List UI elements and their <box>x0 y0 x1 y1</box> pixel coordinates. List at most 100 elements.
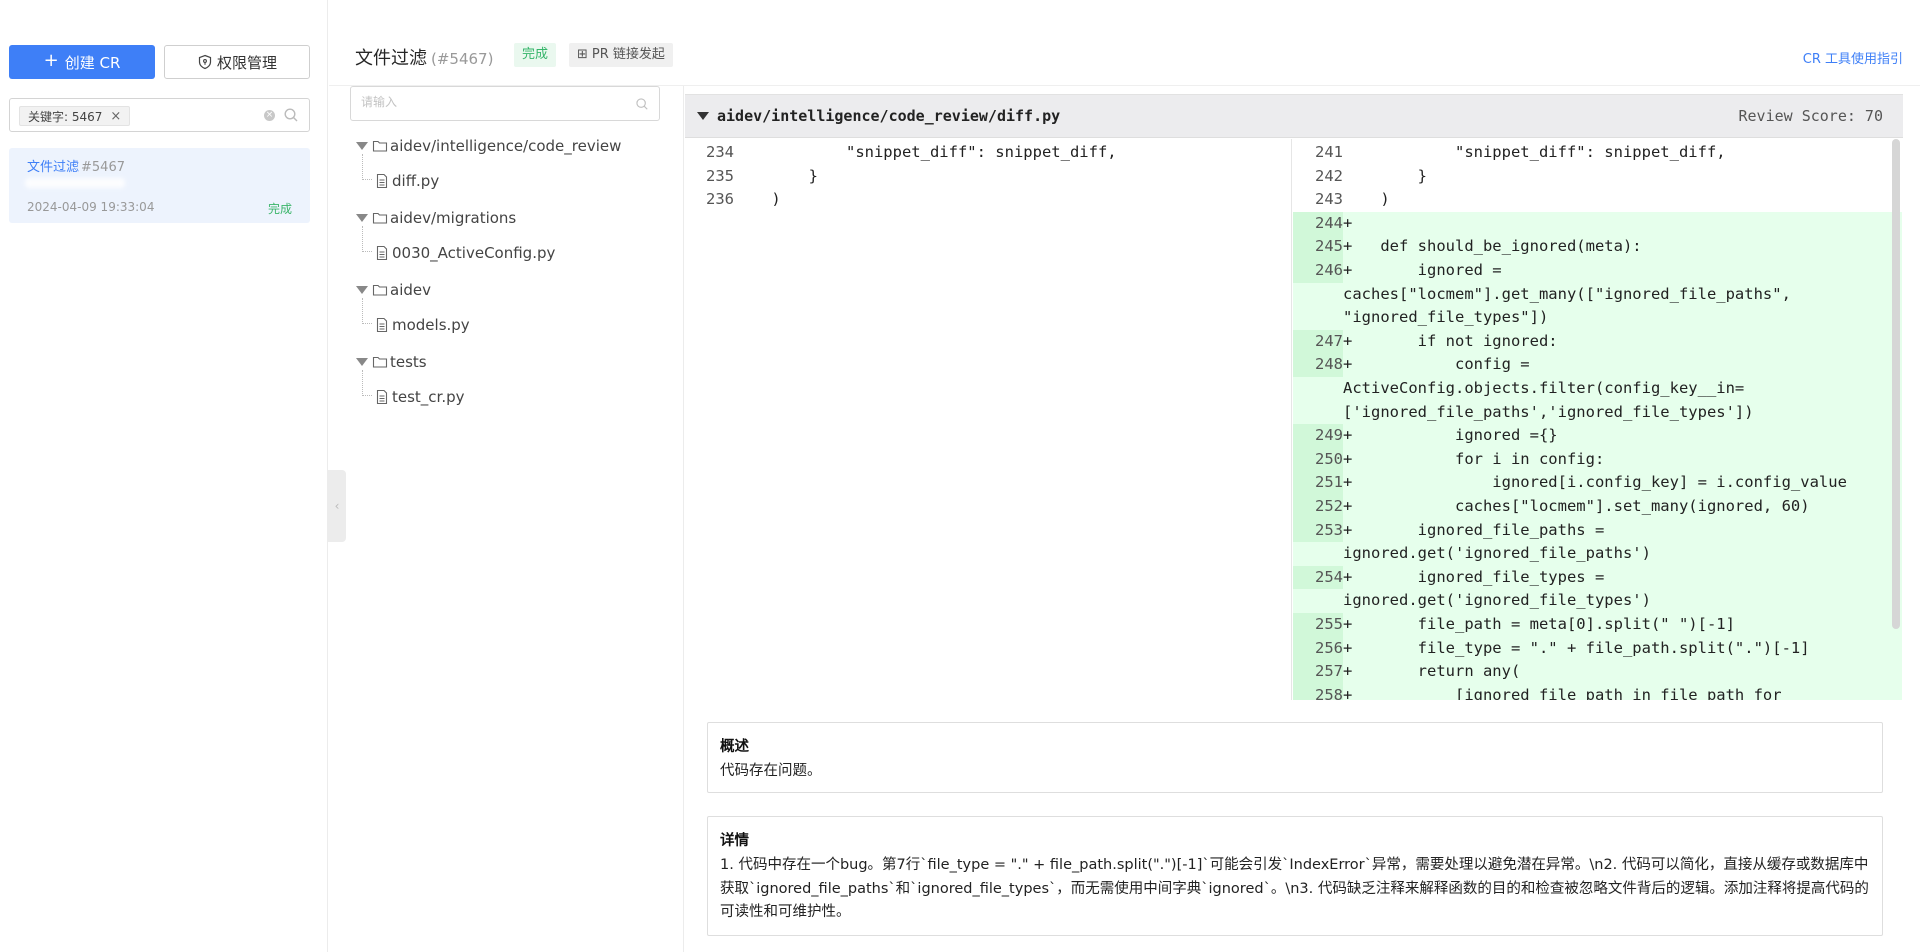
code-line: 251 + ignored[i.config_key] = i.config_va… <box>1293 471 1902 495</box>
line-number: 244 <box>1293 211 1343 236</box>
line-number: 241 <box>1315 143 1343 161</box>
code-line: 247 + if not ignored: <box>1293 329 1902 354</box>
code-text: + ignored = <box>1343 261 1502 279</box>
permission-button[interactable]: 权限管理 <box>164 45 310 79</box>
tree-search-field[interactable] <box>350 86 660 121</box>
detail-text: 1. 代码中存在一个bug。第7行`file_type = "." + file… <box>720 857 1869 920</box>
cr-list-item[interactable]: 文件过滤 #5467 2024-04-09 19:33:04 完成 <box>9 148 310 223</box>
pr-source-label: PR 链接发起 <box>591 47 665 62</box>
caret-down-icon[interactable] <box>697 112 709 120</box>
line-number: 236 <box>706 190 734 209</box>
folder-icon <box>372 212 388 224</box>
caret-down-icon[interactable] <box>356 286 368 294</box>
code-text: + ignored[i.config_key] = i.config_value <box>1343 473 1847 492</box>
code-text: } <box>734 166 818 185</box>
plus-icon: + <box>43 50 59 71</box>
tree-file-label: test_cr.py <box>392 388 465 406</box>
shield-icon <box>198 54 212 70</box>
code-text: + caches["locmem"].set_many(ignored, 60) <box>1343 497 1810 515</box>
code-line: 236 ) <box>684 188 1291 212</box>
line-number: 258 <box>1293 683 1343 700</box>
detail-title: 详情 <box>720 833 749 849</box>
line-number: 251 <box>1293 471 1343 495</box>
line-number: 252 <box>1293 495 1343 519</box>
code-line: caches["locmem"].get_many(["ignored_file… <box>1293 282 1902 307</box>
line-number: 249 <box>1293 424 1343 448</box>
tree-search-input[interactable] <box>361 95 611 109</box>
create-cr-button[interactable]: + 创建 CR <box>9 45 155 79</box>
code-line: 241 "snippet_diff": snippet_diff, <box>1293 141 1902 165</box>
code-text: + if not ignored: <box>1343 331 1558 350</box>
file-icon <box>376 173 388 189</box>
code-line: ['ignored_file_paths','ignored_file_type… <box>1293 400 1902 425</box>
line-number: 248 <box>1293 353 1343 377</box>
line-number: 256 <box>1293 636 1343 661</box>
code-text: caches["locmem"].get_many(["ignored_file… <box>1343 284 1791 303</box>
folder-icon <box>372 284 388 296</box>
code-text: } <box>1343 166 1427 185</box>
page-header: 文件过滤 (#5467) 完成 ⊞ PR 链接发起 CR 工具使用指引 <box>329 0 1920 86</box>
code-line: 245 + def should_be_ignored(meta): <box>1293 235 1902 259</box>
code-line: 255 + file_path = meta[0].split(" ")[-1] <box>1293 613 1902 637</box>
code-line: ActiveConfig.objects.filter(config_key__… <box>1293 377 1902 401</box>
tree-folder[interactable]: aidev/intelligence/code_review <box>356 135 621 157</box>
diff-panel: aidev/intelligence/code_review/diff.py R… <box>684 86 1920 952</box>
tree-folder-label: tests <box>390 353 427 371</box>
code-line: 246 + ignored = <box>1293 259 1902 283</box>
caret-down-icon[interactable] <box>356 214 368 222</box>
close-icon[interactable]: × <box>110 109 121 124</box>
code-line: 254 + ignored_file_types = <box>1293 565 1902 590</box>
code-text: + <box>1343 213 1353 232</box>
caret-down-icon[interactable] <box>356 358 368 366</box>
tree-connector <box>362 226 372 252</box>
code-left-pane: 234 "snippet_diff": snippet_diff, 235 } 23… <box>684 139 1292 700</box>
diff-file-header[interactable]: aidev/intelligence/code_review/diff.py R… <box>685 94 1903 138</box>
code-line: 249 + ignored ={} <box>1293 424 1902 448</box>
line-number: 245 <box>1293 235 1343 259</box>
line-number: 243 <box>1315 190 1343 209</box>
code-text: + ignored_file_types = <box>1343 567 1605 586</box>
pr-icon: ⊞ <box>577 47 588 62</box>
tree-folder[interactable]: aidev/migrations <box>356 207 516 229</box>
tree-folder-label: aidev/intelligence/code_review <box>390 137 622 155</box>
file-icon <box>376 245 388 261</box>
summary-box: 概述 代码存在问题。 <box>707 722 1883 793</box>
tree-file[interactable]: models.py <box>374 314 470 336</box>
search-icon[interactable] <box>283 107 299 123</box>
diff-filename: aidev/intelligence/code_review/diff.py <box>717 107 1061 125</box>
line-number: 250 <box>1293 447 1343 472</box>
search-icon[interactable] <box>635 97 649 111</box>
tree-file[interactable]: 0030_ActiveConfig.py <box>374 242 555 264</box>
code-line: 257 + return any( <box>1293 660 1902 684</box>
line-number: 257 <box>1293 660 1343 684</box>
permission-label: 权限管理 <box>216 53 277 72</box>
tree-file-label: models.py <box>392 316 470 334</box>
tree-file[interactable]: diff.py <box>374 170 439 192</box>
caret-down-icon[interactable] <box>356 142 368 150</box>
line-number: 247 <box>1293 329 1343 354</box>
tree-file[interactable]: test_cr.py <box>374 386 465 408</box>
filter-input[interactable]: 关键字: 5467 × × <box>9 98 310 132</box>
line-number: 255 <box>1293 613 1343 637</box>
code-text: + for i in config: <box>1343 449 1605 468</box>
cr-item-status: 完成 <box>267 202 292 216</box>
code-text: + file_type = "." + file_path.split(".")… <box>1343 638 1810 657</box>
code-line: 242 } <box>1293 165 1902 189</box>
code-right-pane: 241 "snippet_diff": snippet_diff, 242 } 24… <box>1293 139 1902 700</box>
code-text: "snippet_diff": snippet_diff, <box>734 143 1117 161</box>
filter-tag: 关键字: 5467 × <box>19 106 131 126</box>
code-text: + file_path = meta[0].split(" ")[-1] <box>1343 615 1735 633</box>
scrollbar[interactable] <box>1892 139 1900 629</box>
guide-link[interactable]: CR 工具使用指引 <box>1803 48 1903 67</box>
code-text: ) <box>734 190 781 209</box>
code-line: 250 + for i in config: <box>1293 447 1902 472</box>
line-number: 253 <box>1293 518 1343 543</box>
sidebar: + 创建 CR 权限管理 关键字: 5467 × × 文件过滤 #5467 202… <box>0 0 328 952</box>
code-text: ignored.get('ignored_file_paths') <box>1343 544 1651 563</box>
tree-file-label: diff.py <box>392 172 440 190</box>
clear-icon[interactable]: × <box>264 110 275 121</box>
code-line: ignored.get('ignored_file_paths') <box>1293 542 1902 566</box>
code-text: ignored.get('ignored_file_types') <box>1343 591 1651 610</box>
cr-item-name: 文件过滤 <box>27 160 80 175</box>
file-icon <box>376 317 388 333</box>
